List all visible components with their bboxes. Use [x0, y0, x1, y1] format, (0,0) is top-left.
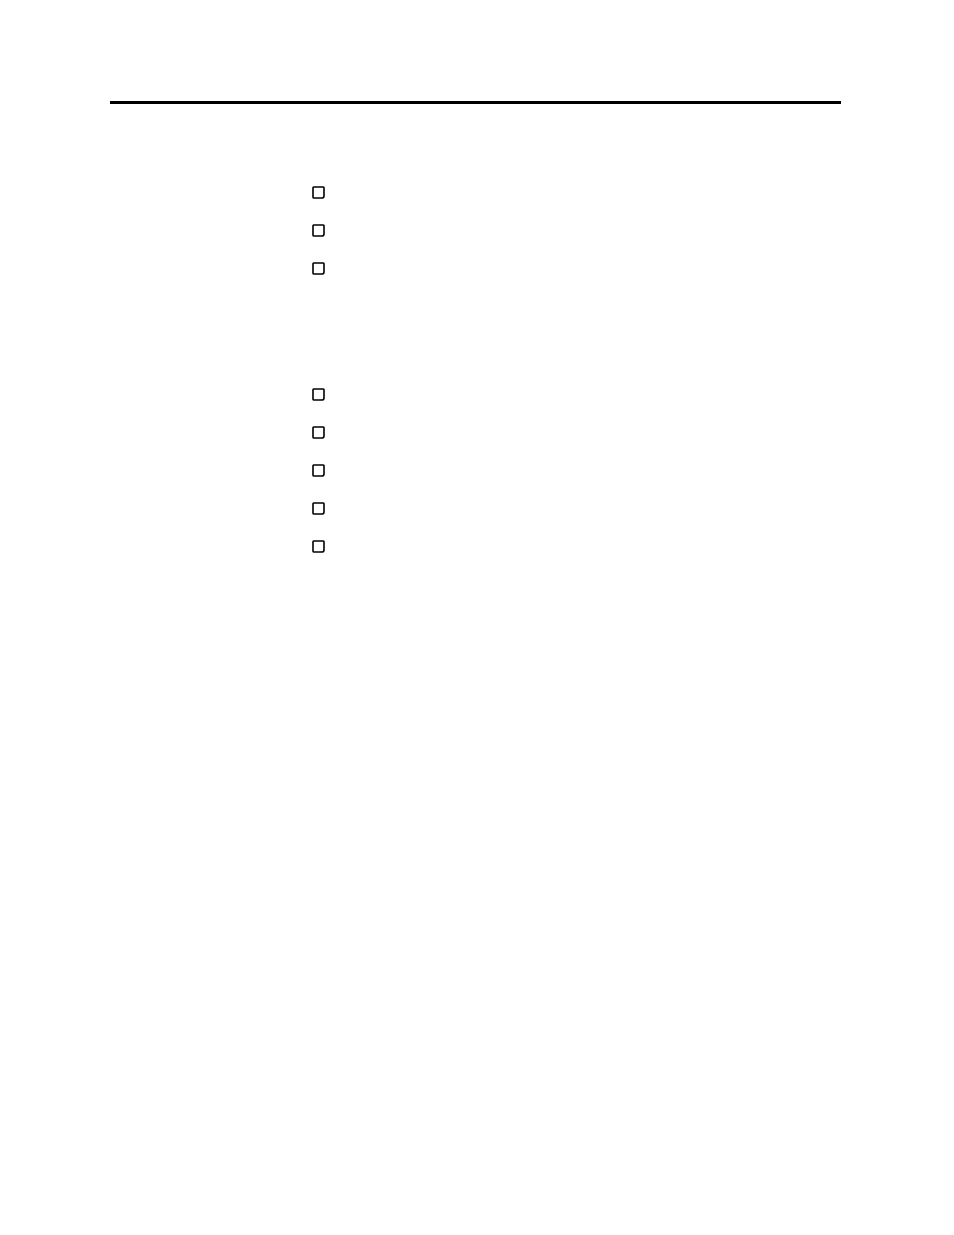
checkbox-item [312, 382, 832, 420]
checkbox-item [312, 218, 832, 256]
content-area [312, 180, 832, 660]
checkbox-icon[interactable] [312, 262, 325, 275]
checkbox-item [312, 534, 832, 572]
checkbox-icon[interactable] [312, 502, 325, 515]
checkbox-group-1 [312, 180, 832, 294]
checkbox-icon[interactable] [312, 426, 325, 439]
checkbox-item [312, 420, 832, 458]
checkbox-item [312, 458, 832, 496]
checkbox-icon[interactable] [312, 388, 325, 401]
checkbox-icon[interactable] [312, 464, 325, 477]
header-rule [110, 101, 841, 104]
checkbox-icon[interactable] [312, 540, 325, 553]
checkbox-icon[interactable] [312, 224, 325, 237]
checkbox-group-2 [312, 382, 832, 572]
checkbox-icon[interactable] [312, 186, 325, 199]
checkbox-item [312, 256, 832, 294]
checkbox-item [312, 180, 832, 218]
page [0, 0, 954, 1235]
checkbox-item [312, 496, 832, 534]
